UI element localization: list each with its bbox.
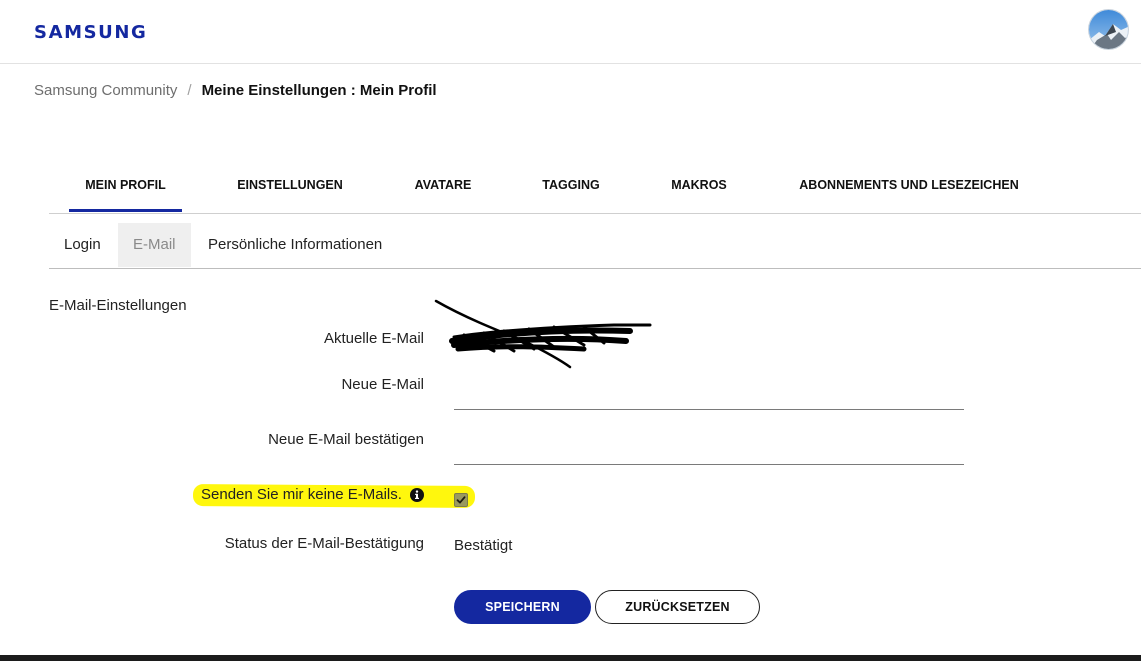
subtab-login[interactable]: Login	[49, 223, 116, 267]
reset-button[interactable]: ZURÜCKSETZEN	[595, 590, 760, 624]
tab-avatare[interactable]: AVATARE	[404, 166, 482, 214]
subtab-persoenliche-informationen[interactable]: Persönliche Informationen	[193, 223, 397, 267]
tab-mein-profil[interactable]: MEIN PROFIL	[69, 166, 182, 214]
user-avatar[interactable]	[1088, 9, 1129, 50]
subtab-email[interactable]: E-Mail	[118, 223, 191, 267]
new-email-label: Neue E-Mail	[341, 376, 424, 393]
new-email-input[interactable]	[454, 376, 964, 410]
current-email-label: Aktuelle E-Mail	[323, 330, 424, 347]
optout-checkbox[interactable]	[454, 493, 468, 507]
info-icon[interactable]	[410, 488, 424, 502]
confirm-email-label: Neue E-Mail bestätigen	[268, 431, 424, 448]
save-button[interactable]: SPEICHERN	[454, 590, 591, 624]
section-title: E-Mail-Einstellungen	[49, 297, 187, 314]
breadcrumb-root-link[interactable]: Samsung Community	[34, 82, 177, 99]
tab-makros[interactable]: MAKROS	[660, 166, 738, 214]
top-header: SAMSUNG	[0, 0, 1141, 64]
tab-abonnements-und-lesezeichen[interactable]: ABONNEMENTS UND LESEZEICHEN	[789, 166, 1029, 214]
optout-label: Senden Sie mir keine E-Mails.	[201, 486, 402, 503]
breadcrumb-separator: /	[187, 82, 192, 99]
main-tab-bar: MEIN PROFIL EINSTELLUNGEN AVATARE TAGGIN…	[49, 166, 1141, 214]
status-label: Status der E-Mail-Bestätigung	[224, 535, 424, 552]
samsung-logo[interactable]: SAMSUNG	[34, 22, 147, 43]
sub-tab-bar: Login E-Mail Persönliche Informationen	[49, 223, 1141, 269]
breadcrumb: Samsung Community / Meine Einstellungen : …	[34, 80, 437, 102]
breadcrumb-current: Meine Einstellungen : Mein Profil	[201, 82, 437, 99]
tab-tagging[interactable]: TAGGING	[532, 166, 610, 214]
checkmark-icon	[456, 496, 466, 504]
confirm-email-input[interactable]	[454, 431, 964, 465]
tab-einstellungen[interactable]: EINSTELLUNGEN	[226, 166, 354, 214]
redacted-email-scribble	[434, 297, 656, 371]
status-value: Bestätigt	[454, 537, 513, 554]
footer-bar	[0, 655, 1141, 661]
